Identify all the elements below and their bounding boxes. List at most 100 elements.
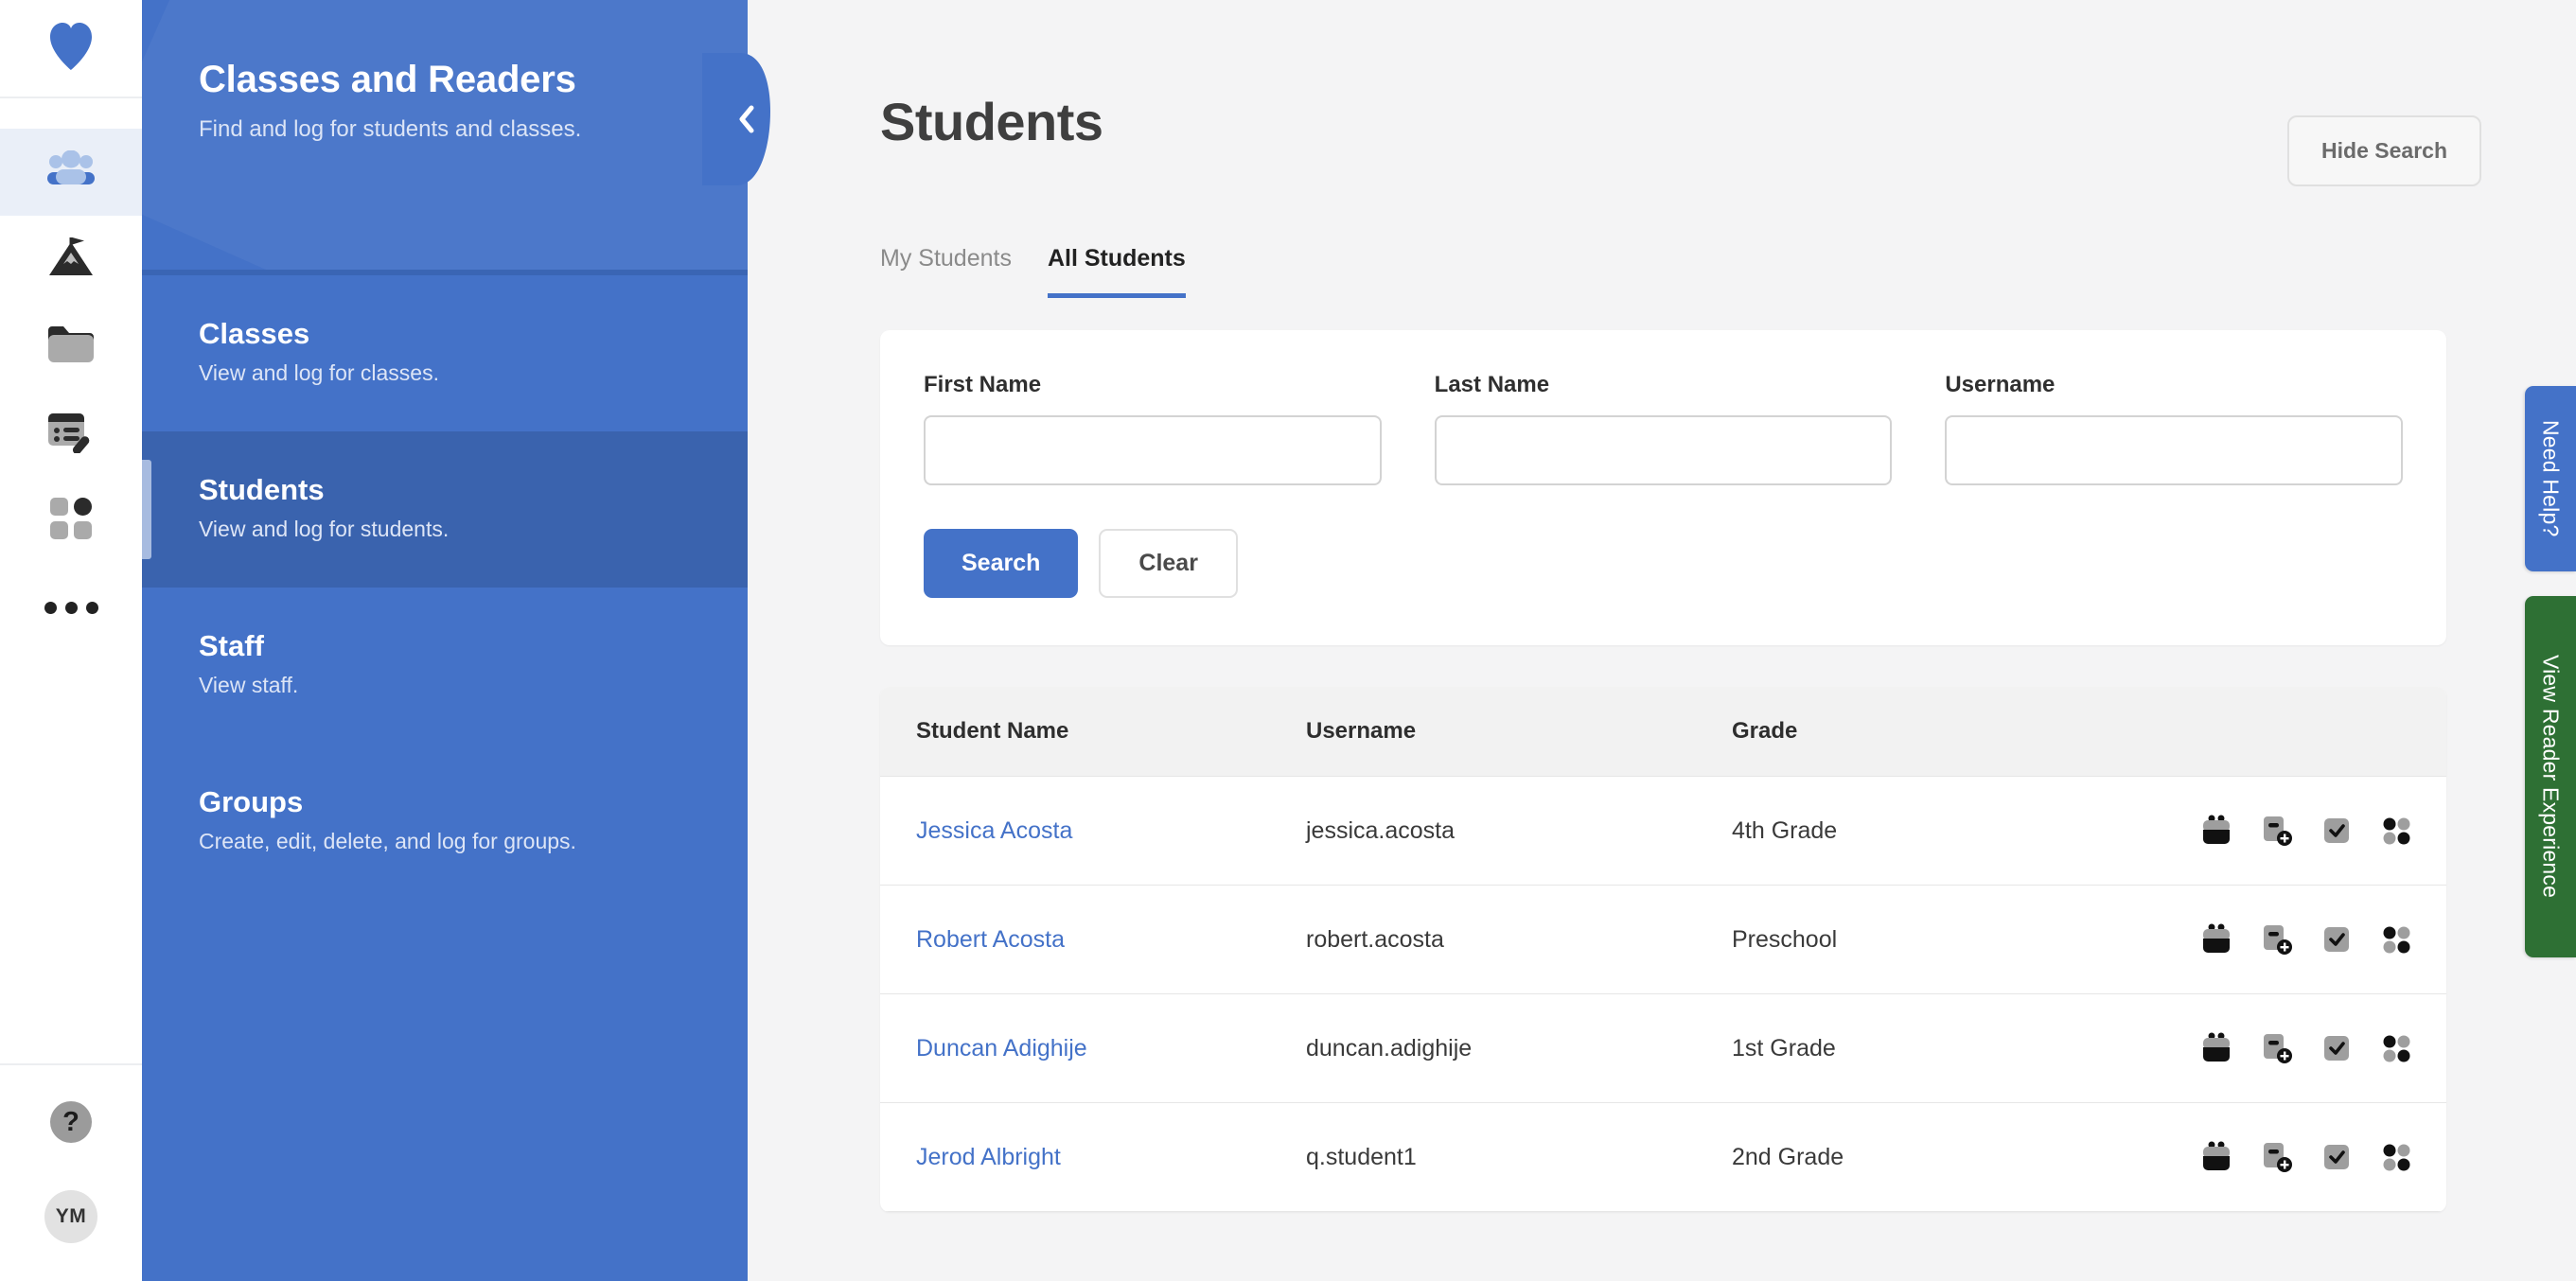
nav-item-desc: View staff. — [199, 673, 299, 697]
nav-item-list: Classes View and log for classes. Studen… — [142, 275, 748, 900]
sidebar-item-resources[interactable] — [0, 303, 142, 390]
checkbox-checked-icon[interactable] — [2321, 1141, 2354, 1173]
nav-panel-title: Classes and Readers — [199, 59, 576, 100]
rail-bottom: ? YM — [0, 1063, 142, 1281]
students-table: Student Name Username Grade Jessica Acos… — [880, 687, 2446, 1212]
main-content: Students Hide Search My Students All Stu… — [748, 0, 2576, 1281]
column-header-username: Username — [1306, 687, 1732, 777]
first-name-field-group: First Name — [924, 372, 1382, 485]
nav-item-classes[interactable]: Classes View and log for classes. — [142, 275, 748, 431]
add-log-icon[interactable] — [2261, 815, 2293, 847]
rail-item-list — [0, 98, 142, 651]
checkbox-checked-icon[interactable] — [2321, 923, 2354, 956]
icon-rail: ? YM — [0, 0, 142, 1281]
sidebar-item-goals[interactable] — [0, 216, 142, 303]
app-root: ? YM Classes and Readers Find and log fo… — [0, 0, 2576, 1281]
sidebar-item-classes-and-readers[interactable] — [0, 129, 142, 216]
page-title: Students — [880, 92, 1103, 151]
tab-bar: My Students All Students — [880, 245, 2481, 298]
nav-item-groups[interactable]: Groups Create, edit, delete, and log for… — [142, 744, 748, 900]
student-grade: Preschool — [1732, 885, 2177, 994]
form-edit-icon — [45, 410, 97, 458]
clear-button[interactable]: Clear — [1099, 529, 1238, 598]
nav-panel-subtitle: Find and log for students and classes. — [199, 116, 582, 142]
nav-item-title: Students — [199, 473, 325, 506]
avatar-initials: YM — [55, 1205, 87, 1227]
table-body: Jessica Acosta jessica.acosta 4th Grade — [880, 776, 2446, 1212]
table-row: Jessica Acosta jessica.acosta 4th Grade — [880, 776, 2446, 886]
first-name-label: First Name — [924, 372, 1042, 397]
column-header-actions — [2177, 687, 2446, 777]
avatar[interactable]: YM — [44, 1190, 97, 1243]
students-table-card: Student Name Username Grade Jessica Acos… — [880, 687, 2446, 1212]
sidebar-item-apps[interactable] — [0, 477, 142, 564]
username-input[interactable] — [1945, 415, 2404, 485]
student-username: robert.acosta — [1306, 885, 1732, 994]
dot-grid-icon[interactable] — [2382, 925, 2410, 954]
view-reader-experience-tab[interactable]: View Reader Experience — [2525, 596, 2576, 957]
student-name-link[interactable]: Jerod Albright — [916, 1144, 1061, 1170]
add-log-icon[interactable] — [2261, 1032, 2293, 1064]
help-button[interactable]: ? — [50, 1101, 92, 1143]
row-actions — [2177, 815, 2410, 847]
nav-item-students[interactable]: Students View and log for students. — [142, 431, 748, 588]
nav-item-desc: View and log for students. — [199, 517, 450, 541]
side-tab-strip: Need Help? View Reader Experience — [2525, 0, 2576, 1281]
dot-grid-icon[interactable] — [2382, 816, 2410, 845]
student-grade: 2nd Grade — [1732, 1102, 2177, 1212]
student-grade: 1st Grade — [1732, 993, 2177, 1103]
sidebar-item-more[interactable] — [0, 564, 142, 651]
search-panel: First Name Last Name Username Search Cle… — [880, 330, 2446, 645]
add-log-icon[interactable] — [2261, 1141, 2293, 1173]
column-header-grade: Grade — [1732, 687, 2177, 777]
heart-logo-icon — [48, 22, 94, 76]
student-name-link[interactable]: Duncan Adighije — [916, 1035, 1087, 1062]
nav-panel-header: Classes and Readers Find and log for stu… — [142, 0, 748, 270]
mountain-flag-icon — [45, 236, 97, 284]
collapse-panel-button[interactable] — [702, 53, 793, 185]
more-dots-icon — [44, 601, 98, 614]
secondary-nav-panel: Classes and Readers Find and log for stu… — [142, 0, 770, 1281]
nav-item-title: Staff — [199, 629, 264, 662]
need-help-tab[interactable]: Need Help? — [2525, 386, 2576, 571]
table-row: Duncan Adighije duncan.adighije 1st Grad… — [880, 993, 2446, 1103]
student-name-link[interactable]: Jessica Acosta — [916, 817, 1072, 844]
student-name-link[interactable]: Robert Acosta — [916, 926, 1065, 953]
checkbox-checked-icon[interactable] — [2321, 815, 2354, 847]
backpack-icon[interactable] — [2200, 1032, 2232, 1064]
backpack-icon[interactable] — [2200, 1141, 2232, 1173]
table-row: Robert Acosta robert.acosta Preschool — [880, 885, 2446, 994]
folder-icon — [46, 325, 96, 369]
student-username: duncan.adighije — [1306, 993, 1732, 1103]
app-logo[interactable] — [0, 0, 142, 98]
backpack-icon[interactable] — [2200, 923, 2232, 956]
student-username: jessica.acosta — [1306, 776, 1732, 886]
last-name-input[interactable] — [1434, 415, 1893, 485]
username-label: Username — [1945, 372, 2056, 397]
tab-all-students[interactable]: All Students — [1047, 245, 1186, 298]
first-name-input[interactable] — [924, 415, 1382, 485]
search-actions: Search Clear — [924, 529, 2403, 598]
backpack-icon[interactable] — [2200, 815, 2232, 847]
people-group-icon — [46, 149, 96, 195]
search-button[interactable]: Search — [924, 529, 1079, 598]
student-grade: 4th Grade — [1732, 776, 2177, 886]
nav-item-desc: View and log for classes. — [199, 360, 439, 385]
tab-my-students[interactable]: My Students — [880, 245, 1012, 298]
nav-item-staff[interactable]: Staff View staff. — [142, 588, 748, 744]
nav-item-desc: Create, edit, delete, and log for groups… — [199, 829, 576, 853]
username-field-group: Username — [1945, 372, 2404, 485]
last-name-field-group: Last Name — [1434, 372, 1893, 485]
checkbox-checked-icon[interactable] — [2321, 1032, 2354, 1064]
grid-apps-icon — [49, 497, 93, 545]
hide-search-button[interactable]: Hide Search — [2287, 115, 2481, 186]
table-header-row: Student Name Username Grade — [880, 687, 2446, 777]
table-head: Student Name Username Grade — [880, 687, 2446, 777]
row-actions — [2177, 923, 2410, 956]
page-header: Students Hide Search — [880, 91, 2481, 186]
dot-grid-icon[interactable] — [2382, 1143, 2410, 1171]
dot-grid-icon[interactable] — [2382, 1034, 2410, 1062]
last-name-label: Last Name — [1434, 372, 1550, 397]
add-log-icon[interactable] — [2261, 923, 2293, 956]
sidebar-item-logging[interactable] — [0, 390, 142, 477]
